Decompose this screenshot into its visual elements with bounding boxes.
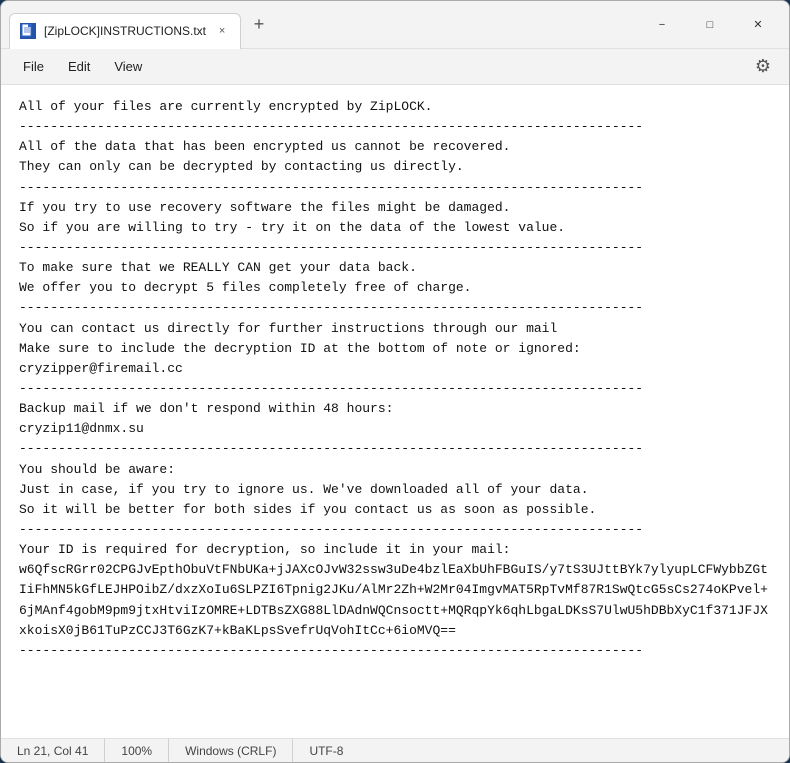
line-ending: Windows (CRLF) (169, 739, 293, 762)
title-bar: [ZipLOCK]INSTRUCTIONS.txt × + − □ ✕ (1, 1, 789, 49)
maximize-button[interactable]: □ (687, 9, 733, 41)
menu-items: File Edit View (13, 55, 152, 78)
settings-icon[interactable]: ⚙ (749, 53, 777, 81)
tab-area: [ZipLOCK]INSTRUCTIONS.txt × + (9, 1, 639, 48)
close-button[interactable]: ✕ (735, 9, 781, 41)
new-tab-button[interactable]: + (245, 11, 273, 39)
tab-title: [ZipLOCK]INSTRUCTIONS.txt (44, 24, 206, 38)
text-editor[interactable]: All of your files are currently encrypte… (1, 85, 789, 738)
notepad-window: [ZipLOCK]INSTRUCTIONS.txt × + − □ ✕ File… (0, 0, 790, 763)
file-icon (20, 23, 36, 39)
edit-menu[interactable]: Edit (58, 55, 100, 78)
active-tab[interactable]: [ZipLOCK]INSTRUCTIONS.txt × (9, 13, 241, 49)
menu-bar: File Edit View ⚙ (1, 49, 789, 85)
minimize-button[interactable]: − (639, 9, 685, 41)
file-menu[interactable]: File (13, 55, 54, 78)
encoding: UTF-8 (293, 739, 359, 762)
view-menu[interactable]: View (104, 55, 152, 78)
cursor-position: Ln 21, Col 41 (17, 739, 105, 762)
window-controls: − □ ✕ (639, 9, 781, 41)
zoom-level: 100% (105, 739, 169, 762)
status-bar: Ln 21, Col 41 100% Windows (CRLF) UTF-8 (1, 738, 789, 762)
tab-close-button[interactable]: × (214, 23, 230, 39)
file-content: All of your files are currently encrypte… (19, 97, 771, 661)
